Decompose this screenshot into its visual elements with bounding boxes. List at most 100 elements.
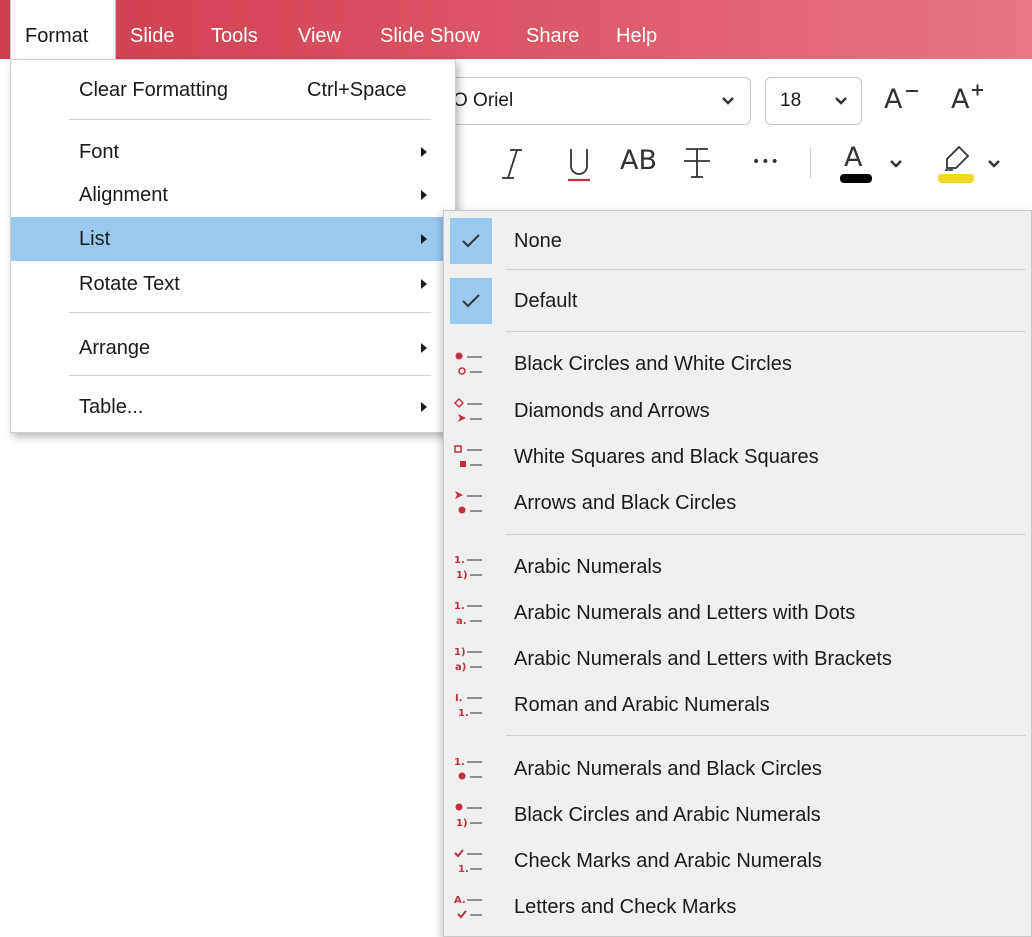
icon-glyph: a. (456, 616, 467, 627)
menu-view[interactable]: View (298, 0, 341, 59)
list-option-arrows-black-circles[interactable]: Arrows and Black Circles (444, 480, 1031, 526)
highlight-color-bar (938, 174, 974, 183)
checkmark-box (450, 278, 492, 324)
list-option-label: Black Circles and Arabic Numerals (514, 804, 821, 826)
menu-separator (506, 534, 1026, 535)
more-options-button[interactable]: ••• (752, 154, 780, 170)
icon-glyph: 1) (456, 570, 468, 581)
menu-separator (506, 735, 1026, 736)
diamonds-arrows-icon (454, 398, 482, 422)
list-option-black-white-circles[interactable]: Black Circles and White Circles (444, 341, 1031, 387)
icon-glyph: 1. (458, 708, 469, 719)
font-color-button[interactable]: A (838, 142, 872, 186)
menu-item-label: Font (79, 141, 120, 163)
checkmark-icon (462, 234, 480, 248)
decrease-font-glyph: A (884, 84, 903, 115)
list-option-check-marks-numerals[interactable]: 1. Check Marks and Arabic Numerals (444, 838, 1031, 884)
numerals-letters-brackets-icon: 1) a) (454, 647, 482, 673)
submenu-arrow-icon (421, 279, 427, 289)
menu-item-font[interactable]: Font (11, 130, 455, 174)
list-option-label: Arabic Numerals and Letters with Dots (514, 602, 856, 624)
menu-tools[interactable]: Tools (211, 0, 258, 59)
list-option-label: Arabic Numerals (514, 556, 662, 578)
menu-item-label: Alignment (79, 184, 168, 206)
font-size-dropdown[interactable]: 18 (765, 77, 862, 125)
list-option-label: Arabic Numerals and Black Circles (514, 758, 822, 780)
menu-separator (506, 331, 1026, 332)
list-option-roman-arabic[interactable]: I. 1. Roman and Arabic Numerals (444, 682, 1031, 728)
list-option-black-circles-numerals[interactable]: 1) Black Circles and Arabic Numerals (444, 792, 1031, 838)
black-white-circles-icon (455, 352, 482, 375)
chevron-down-icon (722, 97, 734, 105)
check-marks-numerals-icon: 1. (454, 849, 482, 875)
font-color-glyph: A (844, 142, 863, 173)
underline-icon[interactable] (566, 146, 592, 184)
white-black-squares-icon (454, 445, 482, 467)
increase-font-glyph: A (951, 84, 970, 115)
minus-superscript-icon (906, 90, 918, 92)
arabic-numerals-icon: 1. 1) (454, 555, 482, 581)
icon-glyph: 1. (454, 601, 465, 612)
menu-help[interactable]: Help (616, 0, 657, 59)
chevron-down-icon (835, 97, 847, 105)
font-size-value: 18 (780, 90, 802, 111)
menu-item-label: Table... (79, 396, 144, 418)
decrease-font-size-button[interactable]: A (884, 84, 934, 120)
font-color-bar (840, 174, 872, 183)
list-option-arabic-numerals[interactable]: 1. 1) Arabic Numerals (444, 544, 1031, 590)
menu-item-table[interactable]: Table... (11, 385, 455, 429)
menu-item-label: List (79, 228, 111, 250)
icon-glyph: 1) (456, 818, 468, 829)
icon-glyph: 1. (458, 864, 469, 875)
list-option-label: Arrows and Black Circles (514, 492, 737, 514)
menu-item-alignment[interactable]: Alignment (11, 173, 455, 217)
menu-separator (506, 269, 1026, 270)
menu-item-arrange[interactable]: Arrange (11, 326, 455, 370)
list-option-label: Arabic Numerals and Letters with Bracket… (514, 648, 892, 670)
list-option-label: Roman and Arabic Numerals (514, 694, 770, 716)
numerals-letters-dots-icon: 1. a. (454, 601, 482, 627)
menu-item-label: Clear Formatting (79, 79, 228, 101)
highlight-color-button[interactable] (938, 142, 976, 186)
chevron-down-icon[interactable] (986, 154, 1002, 174)
checkmark-box (450, 218, 492, 264)
list-option-letters-check-marks[interactable]: A. Letters and Check Marks (444, 884, 1031, 930)
uppercase-button[interactable]: AB (620, 145, 657, 176)
list-option-label: Black Circles and White Circles (514, 353, 792, 375)
menu-bar: Format Slide Tools View Slide Show Share… (0, 0, 1032, 59)
list-option-white-black-squares[interactable]: White Squares and Black Squares (444, 434, 1031, 480)
list-option-numerals-letters-brackets[interactable]: 1) a) Arabic Numerals and Letters with B… (444, 636, 1031, 682)
menu-item-label: Rotate Text (79, 273, 180, 295)
icon-glyph: 1. (454, 555, 465, 566)
black-circles-numerals-icon: 1) (455, 803, 482, 829)
strikethrough-icon[interactable] (682, 146, 712, 182)
font-name-dropdown[interactable]: O Oriel (430, 77, 751, 125)
list-option-label: Check Marks and Arabic Numerals (514, 850, 822, 872)
list-option-label: Letters and Check Marks (514, 896, 737, 918)
plus-superscript-icon (972, 84, 983, 96)
icon-glyph: a) (455, 662, 466, 673)
menu-slide[interactable]: Slide (130, 0, 174, 59)
menu-item-rotate-text[interactable]: Rotate Text (11, 262, 455, 306)
menu-share[interactable]: Share (526, 0, 579, 59)
chevron-down-icon[interactable] (888, 154, 904, 174)
italic-icon[interactable] (500, 147, 524, 183)
list-option-default[interactable]: Default (444, 278, 1031, 324)
submenu-arrow-icon (421, 234, 427, 244)
menu-format[interactable]: Format (10, 0, 116, 59)
list-submenu: None Default Black Circles and White Cir… (443, 210, 1032, 937)
icon-glyph: A. (454, 895, 466, 906)
list-option-numerals-black-circles[interactable]: 1. Arabic Numerals and Black Circles (444, 746, 1031, 792)
menu-item-clear-formatting[interactable]: Clear Formatting Ctrl+Space (11, 68, 455, 112)
increase-font-size-button[interactable]: A (951, 84, 1001, 120)
list-option-none[interactable]: None (444, 218, 1031, 264)
submenu-arrow-icon (421, 343, 427, 353)
list-option-diamonds-arrows[interactable]: Diamonds and Arrows (444, 388, 1031, 434)
menu-slide-show[interactable]: Slide Show (380, 0, 480, 59)
submenu-arrow-icon (421, 147, 427, 157)
roman-arabic-icon: I. 1. (455, 693, 482, 719)
list-option-label: White Squares and Black Squares (514, 446, 819, 468)
list-option-numerals-letters-dots[interactable]: 1. a. Arabic Numerals and Letters with D… (444, 590, 1031, 636)
menu-item-list[interactable]: List (11, 217, 455, 261)
submenu-arrow-icon (421, 190, 427, 200)
